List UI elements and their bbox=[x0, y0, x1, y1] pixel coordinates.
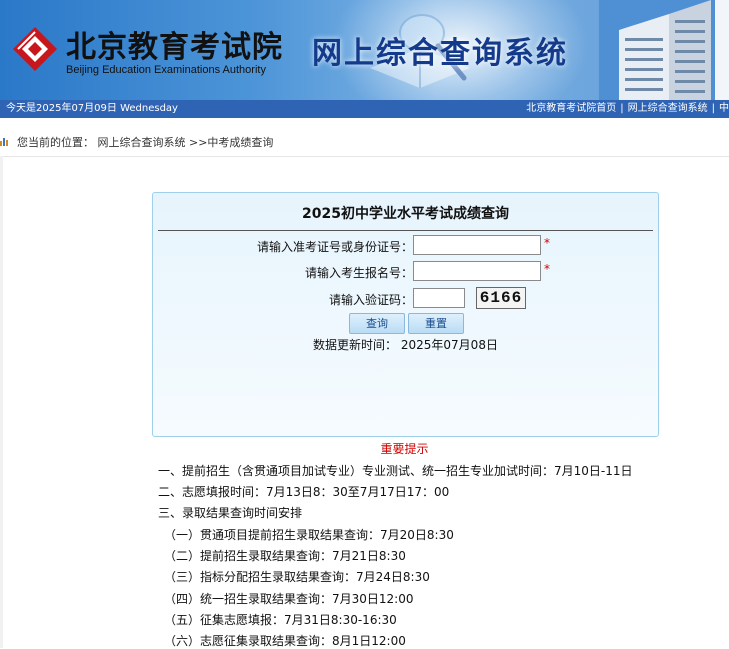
notice-subitem: （五）征集志愿填报：7月31日8:30-16:30 bbox=[164, 613, 397, 627]
captcha-label: 请输入验证码： bbox=[328, 293, 413, 307]
breadcrumb: 您当前的位置： 网上综合查询系统 >>中考成绩查询 bbox=[0, 126, 729, 157]
score-query-panel: 2025初中学业水平考试成绩查询 请输入准考证号或身份证号： * 请输入考生报名… bbox=[152, 192, 659, 437]
top-nav-links: 北京教育考试院首页 | 网上综合查询系统 | 中 bbox=[526, 100, 729, 118]
top-nav-bar: 今天是2025年07月09日 Wednesday 北京教育考试院首页 | 网上综合查… bbox=[0, 100, 729, 118]
notice-subitem: （二）提前招生录取结果查询：7月21日8:30 bbox=[164, 549, 406, 563]
registration-number-label: 请输入考生报名号： bbox=[304, 266, 413, 280]
notice-subitem: （三）指标分配招生录取结果查询：7月24日8:30 bbox=[164, 570, 430, 584]
required-mark: * bbox=[544, 236, 550, 250]
nav-link-query-system[interactable]: 网上综合查询系统 bbox=[628, 103, 708, 114]
id-number-row: 请输入准考证号或身份证号： * bbox=[153, 235, 658, 257]
registration-number-row: 请输入考生报名号： * bbox=[153, 261, 658, 283]
notice-item: 三、录取结果查询时间安排 bbox=[158, 506, 303, 520]
org-logo[interactable]: 北京教育考试院 Beijing Education Examinations A… bbox=[10, 20, 292, 84]
breadcrumb-current: >>中考成绩查询 bbox=[189, 136, 274, 149]
captcha-input[interactable] bbox=[413, 288, 465, 308]
query-button[interactable]: 查询 bbox=[349, 313, 405, 334]
registration-number-input[interactable] bbox=[413, 261, 541, 281]
id-number-input[interactable] bbox=[413, 235, 541, 255]
reset-button[interactable]: 重置 bbox=[408, 313, 464, 334]
captcha-image[interactable]: 6166 bbox=[476, 287, 526, 309]
org-name-cn: 北京教育考试院 bbox=[66, 30, 283, 65]
required-mark: * bbox=[544, 262, 550, 276]
notice-item: 二、志愿填报时间：7月13日8：30至7月17日17：00 bbox=[158, 485, 450, 499]
panel-divider bbox=[158, 230, 653, 231]
header-banner: 北京教育考试院 Beijing Education Examinations A… bbox=[0, 0, 729, 100]
nav-link-home[interactable]: 北京教育考试院首页 bbox=[526, 103, 616, 114]
breadcrumb-prefix: 您当前的位置： bbox=[17, 136, 94, 149]
breadcrumb-link-query-system[interactable]: 网上综合查询系统 bbox=[98, 136, 186, 149]
org-name-en: Beijing Education Examinations Authority bbox=[66, 64, 266, 76]
id-number-label: 请输入准考证号或身份证号： bbox=[256, 240, 413, 254]
notice-subitem: （一）贯通项目提前招生录取结果查询：7月20日8:30 bbox=[164, 528, 454, 542]
notice-item: 一、提前招生（含贯通项目加试专业）专业测试、统一招生专业加试时间：7月10日-1… bbox=[158, 464, 633, 478]
nav-link-more[interactable]: 中 bbox=[719, 103, 729, 114]
panel-title: 2025初中学业水平考试成绩查询 bbox=[302, 206, 509, 222]
building-illustration bbox=[599, 0, 729, 100]
nav-separator: | bbox=[711, 103, 715, 114]
bar-chart-icon bbox=[0, 138, 8, 146]
left-edge-strip bbox=[0, 156, 3, 648]
notice-subitem: （四）统一招生录取结果查询：7月30日12:00 bbox=[164, 592, 414, 606]
org-emblem-icon bbox=[13, 27, 57, 71]
data-update-time: 数据更新时间： 2025年07月08日 bbox=[153, 336, 658, 353]
update-time-value: 2025年07月08日 bbox=[400, 338, 498, 352]
important-notice-title: 重要提示 bbox=[380, 442, 429, 456]
update-time-label: 数据更新时间： bbox=[313, 338, 398, 352]
current-date: 今天是2025年07月09日 Wednesday bbox=[6, 103, 178, 114]
nav-separator: | bbox=[620, 103, 624, 114]
system-title: 网上综合查询系统 bbox=[312, 36, 568, 71]
notice-subitem: （六）志愿征集录取结果查询：8月1日12:00 bbox=[164, 634, 406, 648]
captcha-row: 请输入验证码： 6166 bbox=[153, 287, 658, 310]
